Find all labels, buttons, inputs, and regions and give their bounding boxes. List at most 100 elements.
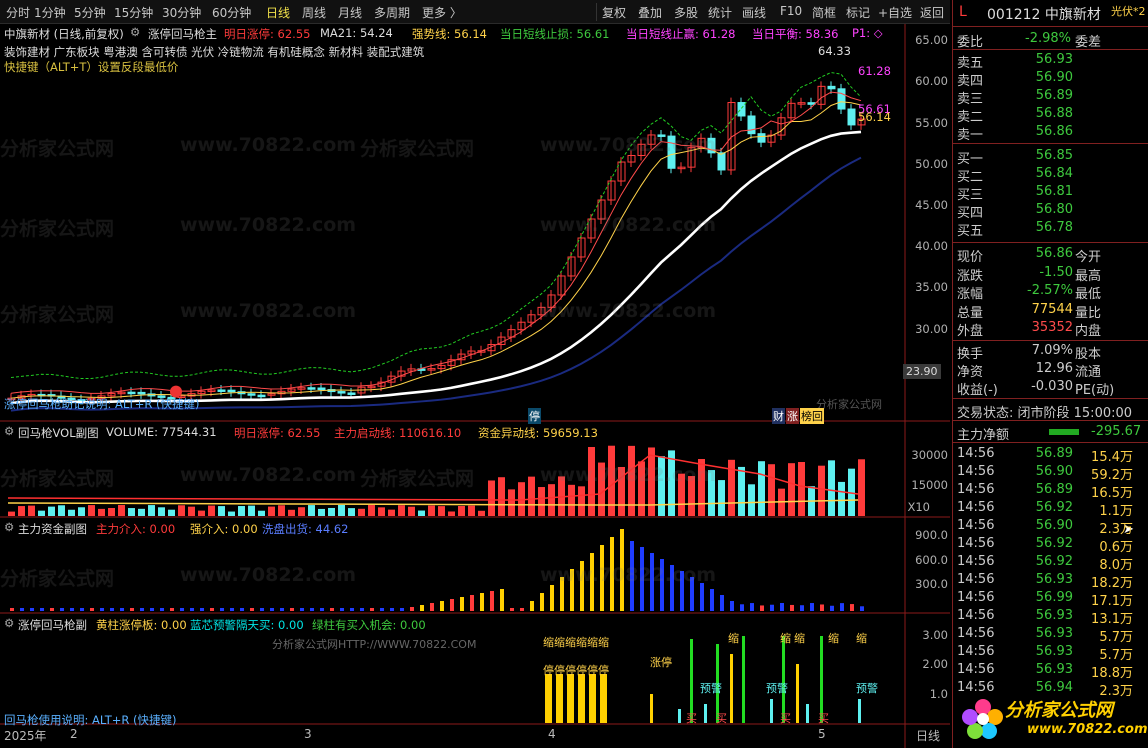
p1-label: P1: ◇: [852, 26, 883, 40]
volume-bar: [458, 505, 465, 516]
fund-bar: [850, 604, 854, 611]
warning-label: 预警: [700, 681, 722, 695]
watermark: 分析家公式网: [0, 218, 115, 240]
quote-right-label: 最低: [1075, 287, 1102, 302]
ask-level-label: 卖五: [957, 56, 984, 71]
tick-time: 14:56: [957, 608, 995, 623]
fund-bar: [530, 601, 534, 611]
tick-price: 56.93: [1035, 644, 1073, 659]
y-tick: 60.00: [915, 74, 948, 88]
ask-level-label: 卖三: [957, 92, 984, 107]
volume-bar: [828, 460, 835, 516]
add-watchlist-button[interactable]: +自选: [878, 4, 912, 21]
period-15min[interactable]: 15分钟: [114, 4, 153, 21]
stats-button[interactable]: 统计: [708, 4, 732, 21]
fund-bar: [460, 597, 464, 611]
volume-bar: [138, 508, 145, 516]
period-5min[interactable]: 5分钟: [74, 4, 106, 21]
overlay-button[interactable]: 叠加: [638, 4, 662, 21]
y-tick: 30000: [911, 448, 948, 462]
fund-bar: [780, 603, 784, 611]
period-daily[interactable]: 日线: [266, 4, 290, 21]
fund-bar: [250, 608, 254, 611]
settings-gear-icon[interactable]: ⚙: [4, 520, 14, 534]
period-multi[interactable]: 多周期: [374, 4, 410, 21]
y-tick: 35.00: [915, 280, 948, 294]
settings-gear-icon[interactable]: ⚙: [4, 424, 14, 438]
stock-code-name: 001212 中旗新材: [987, 7, 1101, 23]
tick-time: 14:56: [957, 572, 995, 587]
period-60min[interactable]: 60分钟: [212, 4, 251, 21]
volume-bar: [748, 484, 755, 516]
fund-bar: [750, 603, 754, 611]
volume-bar: [238, 506, 245, 516]
fund-bar: [260, 608, 264, 611]
limit-up-label: 停: [587, 663, 598, 677]
ask-price: 56.88: [1035, 106, 1073, 121]
simple-frame-button[interactable]: 简框: [812, 4, 836, 21]
signal-bar: [690, 639, 693, 723]
fund-bar: [710, 589, 714, 611]
limit-up-bar: [589, 674, 596, 723]
quote-label: 现价: [957, 250, 984, 265]
fund-bar: [160, 608, 164, 611]
candle-body: [317, 387, 326, 391]
fund-bar: [220, 608, 224, 611]
quote-value: 77544: [1031, 301, 1073, 317]
period-more[interactable]: 更多 〉: [422, 4, 462, 21]
shrink-label: 缩: [554, 636, 565, 649]
fund-bar: [140, 608, 144, 611]
x-axis-period[interactable]: 日线: [916, 727, 940, 744]
quote-right-label: 流通: [1075, 365, 1102, 380]
draw-line-button[interactable]: 画线: [742, 4, 766, 21]
mark-button[interactable]: 标记: [846, 4, 870, 21]
watermark: 分析家公式网: [0, 304, 115, 326]
logo-text: 分析家公式网: [1005, 700, 1113, 721]
f10-button[interactable]: F10: [780, 4, 802, 18]
fin-tag: 财: [772, 408, 785, 424]
tick-time: 14:56: [957, 446, 995, 461]
ma21-label: MA21: 54.24: [320, 26, 393, 40]
fund-bar: [230, 608, 234, 611]
fund-bar: [10, 608, 14, 611]
candle-body: [227, 389, 236, 393]
signal-bar: [704, 704, 707, 723]
sector-tag[interactable]: 光伏*2: [1111, 3, 1146, 19]
period-30min[interactable]: 30分钟: [162, 4, 201, 21]
flower-logo-icon: [962, 699, 1003, 739]
fuquan-button[interactable]: 复权: [602, 4, 626, 21]
bid-level-label: 买三: [957, 188, 984, 203]
settings-gear-icon[interactable]: ⚙: [4, 616, 14, 630]
tick-volume: 59.2万: [1091, 468, 1133, 483]
unit-label: X10: [907, 500, 930, 514]
candle-body: [337, 391, 346, 394]
fund-bar: [50, 608, 54, 611]
period-1min[interactable]: 1分钟: [34, 4, 66, 21]
period-monthly[interactable]: 月线: [338, 4, 362, 21]
strong-line-label: 强势线: 56.14: [412, 27, 487, 41]
tick-time: 14:56: [957, 500, 995, 515]
multi-stock-button[interactable]: 多股: [674, 4, 698, 21]
period-fenshi[interactable]: 分时: [6, 4, 30, 21]
indicator-name[interactable]: 涨停回马枪主: [148, 26, 217, 42]
signal-bar: [678, 709, 681, 723]
fund-bar: [450, 599, 454, 611]
fund-bar: [790, 604, 794, 611]
period-weekly[interactable]: 周线: [302, 4, 326, 21]
volume-bar: [378, 507, 385, 516]
volume-bar: [198, 510, 205, 516]
back-button[interactable]: 返回: [920, 4, 944, 21]
fund-bar: [300, 608, 304, 611]
chart-area[interactable]: 缩停缩停缩停缩停缩停缩停涨停 预警缩缩缩缩缩预警 预警买买买买 分析家公式网 www…: [0, 24, 950, 748]
tick-volume: 15.4万: [1091, 450, 1133, 465]
volume-bar: [768, 464, 775, 516]
fund-bar: [400, 608, 404, 611]
shrink-label: 缩: [780, 632, 791, 645]
candle-body: [217, 389, 226, 392]
fund-bar: [100, 608, 104, 611]
candle-body: [737, 102, 746, 117]
signal-bar: [858, 699, 861, 723]
settings-gear-icon[interactable]: ⚙: [130, 25, 140, 39]
tick-volume: 0.6万: [1099, 540, 1133, 555]
candle-body: [307, 387, 316, 390]
